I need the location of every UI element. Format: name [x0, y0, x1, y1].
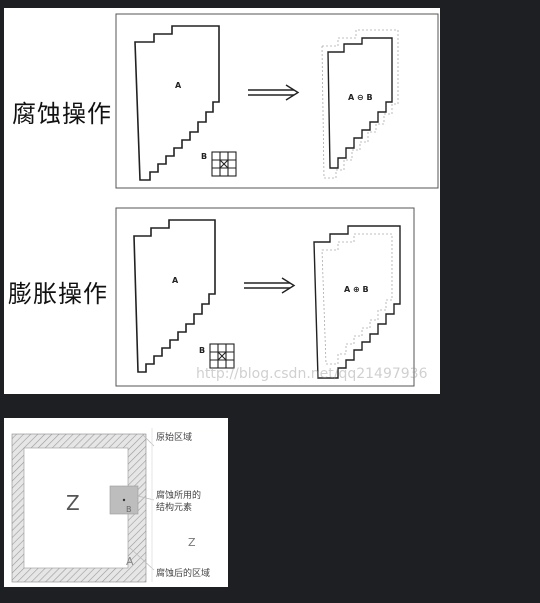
- dilation-region-a-label: A: [172, 276, 179, 285]
- corner-b-label: B: [126, 505, 132, 514]
- erosion-arrow: [248, 84, 300, 101]
- big-z-label: Z: [66, 491, 80, 515]
- morphology-svg: A B A ⊖ B A B A ⊕ B: [115, 13, 439, 387]
- morphology-figure: A B A ⊖ B A B A ⊕ B 腐蚀操作 膨胀操作 http://blo…: [4, 8, 440, 394]
- note-struct-line2: 结构元素: [156, 503, 193, 513]
- note-struct-line1: 腐蚀所用的: [156, 491, 202, 501]
- note-original-region: 原始区域: [156, 433, 193, 443]
- erosion-explanation-figure: Z Z A B 原始区域 腐蚀所用的 结构元素 腐蚀后的区域: [4, 418, 228, 587]
- erosion-label: 腐蚀操作: [12, 100, 112, 128]
- erosion-region-a-label: A: [175, 81, 182, 90]
- erosion-result-label: A ⊖ B: [348, 93, 373, 102]
- erosion-frame: [115, 13, 439, 189]
- dilation-original-outline: [321, 233, 393, 365]
- dilation-label: 膨胀操作: [8, 280, 108, 308]
- dilation-struct-label: B: [199, 346, 205, 355]
- erosion-struct-label: B: [201, 152, 207, 161]
- erosion-explanation-svg: Z Z A B: [11, 428, 196, 583]
- corner-a-label: A: [126, 555, 134, 568]
- dilation-frame: [115, 207, 415, 387]
- dilation-result-region: [313, 225, 401, 379]
- small-z-label: Z: [188, 536, 196, 549]
- watermark: http://blog.csdn.net/qq21497936: [196, 366, 428, 382]
- dilation-struct-element: [209, 343, 235, 369]
- dilation-result-label: A ⊕ B: [344, 285, 369, 294]
- erosion-struct-element: [211, 151, 237, 177]
- struct-element-origin: [122, 498, 126, 502]
- dilation-arrow: [244, 277, 296, 294]
- note-eroded-region: 腐蚀后的区域: [156, 569, 211, 579]
